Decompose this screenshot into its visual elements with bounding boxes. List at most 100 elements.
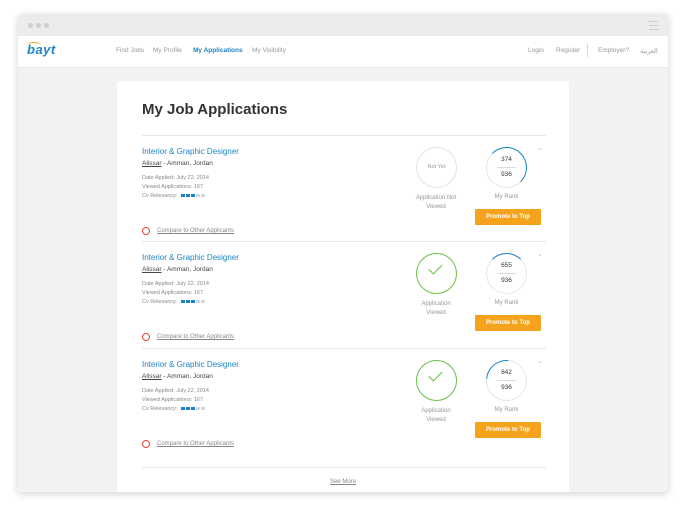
company-line: Alissar - Amman, Jordan: [142, 266, 213, 273]
nav-login[interactable]: Login: [528, 47, 544, 54]
promote-to-top-button[interactable]: Promote to Top: [475, 209, 541, 225]
checkmark-icon: [428, 367, 443, 382]
relevancy-bar: [196, 194, 200, 197]
cv-relevancy-label: Cv Relevancy:: [142, 299, 178, 305]
nav-my-visibility[interactable]: My Visibility: [252, 47, 286, 54]
divider: [142, 467, 546, 468]
rank-circle: 374 936: [486, 147, 527, 188]
promote-to-top-button[interactable]: Promote to Top: [475, 315, 541, 331]
job-title-link[interactable]: Interior & Graphic Designer: [142, 147, 239, 156]
application-item: Interior & Graphic Designer Alissar - Am…: [142, 351, 546, 465]
rank-total: 936: [501, 384, 512, 391]
job-location: - Amman, Jordan: [163, 160, 213, 167]
relevancy-bar: [186, 407, 190, 410]
company-line: Alissar - Amman, Jordan: [142, 160, 213, 167]
rank-total: 936: [501, 171, 512, 178]
checkmark-icon: [428, 260, 443, 275]
chevron-down-icon[interactable]: ⌄: [537, 144, 543, 152]
status-label: Application Not Viewed: [412, 194, 460, 212]
nav-register[interactable]: Register: [556, 47, 580, 54]
status-circle-text: Not Yet: [427, 164, 446, 170]
company-line: Alissar - Amman, Jordan: [142, 373, 213, 380]
cv-relevancy-bars: [181, 406, 206, 410]
compare-link[interactable]: Compare to Other Applicants: [142, 227, 235, 235]
cv-relevancy-label: Cv Relevancy:: [142, 406, 178, 412]
date-applied: Date Applied: July 22, 2014: [142, 388, 209, 394]
applications-card: My Job Applications Interior & Graphic D…: [117, 81, 569, 492]
compare-icon: [142, 440, 150, 448]
bayt-logo[interactable]: bayt: [27, 42, 56, 57]
viewed-applications: Viewed Applications: 167: [142, 184, 204, 190]
status-label-line2: Viewed: [426, 417, 446, 423]
rank-label: My Rank: [494, 407, 519, 413]
company-name-link[interactable]: Alissar: [142, 160, 162, 167]
chevron-down-icon[interactable]: ⌄: [537, 357, 543, 365]
relevancy-bar: [196, 407, 200, 410]
page-title: My Job Applications: [142, 101, 288, 118]
nav-find-jobs[interactable]: Find Jobs: [116, 47, 144, 54]
status-circle: [416, 253, 457, 294]
company-name-link[interactable]: Alissar: [142, 373, 162, 380]
rank-value: 655: [501, 262, 512, 269]
relevancy-bar: [191, 194, 195, 197]
chevron-down-icon[interactable]: ⌄: [537, 250, 543, 258]
status-label-line2: Viewed: [426, 204, 446, 210]
relevancy-bar: [186, 194, 190, 197]
compare-link[interactable]: Compare to Other Applicants: [142, 440, 235, 448]
relevancy-bar: [196, 300, 200, 303]
compare-label: Compare to Other Applicants: [157, 228, 235, 234]
status-label-line1: Application Not: [415, 195, 457, 201]
relevancy-bar: [181, 407, 185, 410]
nav-my-applications[interactable]: My Applications: [193, 47, 243, 54]
rank-value: 842: [501, 369, 512, 376]
compare-icon: [142, 333, 150, 341]
nav-separator: [587, 44, 588, 57]
cv-relevancy: Cv Relevancy:: [142, 406, 212, 412]
rank-value: 374: [501, 156, 512, 163]
job-title-link[interactable]: Interior & Graphic Designer: [142, 360, 239, 369]
application-item: Interior & Graphic Designer Alissar - Am…: [142, 250, 546, 358]
status-label-line1: Application: [421, 301, 451, 307]
divider: [142, 241, 546, 242]
hamburger-menu-icon[interactable]: [649, 21, 658, 30]
status-circle: Not Yet: [416, 147, 457, 188]
cv-relevancy-bars: [181, 193, 206, 197]
window-titlebar: [18, 14, 668, 36]
date-applied: Date Applied: July 22, 2014: [142, 281, 209, 287]
company-name-link[interactable]: Alissar: [142, 266, 162, 273]
rank-circle: 842 936: [477, 351, 536, 410]
rank-label: My Rank: [494, 194, 519, 200]
nav-arabic[interactable]: العربية: [640, 47, 658, 55]
nav-my-profile[interactable]: My Profile: [153, 47, 182, 54]
cv-relevancy: Cv Relevancy:: [142, 299, 212, 305]
compare-icon: [142, 227, 150, 235]
status-label: Application Viewed: [412, 300, 460, 318]
status-label-line2: Viewed: [426, 310, 446, 316]
see-more-link[interactable]: See More: [117, 479, 569, 485]
relevancy-bar: [201, 194, 205, 197]
relevancy-bar: [191, 407, 195, 410]
rank-divider: [497, 273, 516, 274]
job-title-link[interactable]: Interior & Graphic Designer: [142, 253, 239, 262]
rank-divider: [497, 380, 516, 381]
promote-to-top-button[interactable]: Promote to Top: [475, 422, 541, 438]
browser-window: bayt Find Jobs My Profile My Application…: [18, 14, 668, 492]
cv-relevancy-bars: [181, 299, 206, 303]
status-label-line1: Application: [421, 408, 451, 414]
relevancy-bar: [186, 300, 190, 303]
window-dot-icon: [44, 23, 49, 28]
divider: [142, 135, 546, 136]
date-applied: Date Applied: July 22, 2014: [142, 175, 209, 181]
relevancy-bar: [201, 407, 205, 410]
nav-employer[interactable]: Employer?: [598, 47, 629, 54]
cv-relevancy-label: Cv Relevancy:: [142, 193, 178, 199]
compare-link[interactable]: Compare to Other Applicants: [142, 333, 235, 341]
relevancy-bar: [181, 300, 185, 303]
divider: [142, 348, 546, 349]
compare-label: Compare to Other Applicants: [157, 334, 235, 340]
compare-label: Compare to Other Applicants: [157, 441, 235, 447]
job-location: - Amman, Jordan: [163, 266, 213, 273]
top-navbar: bayt Find Jobs My Profile My Application…: [18, 36, 668, 68]
cv-relevancy: Cv Relevancy:: [142, 193, 212, 199]
status-label: Application Viewed: [412, 407, 460, 425]
